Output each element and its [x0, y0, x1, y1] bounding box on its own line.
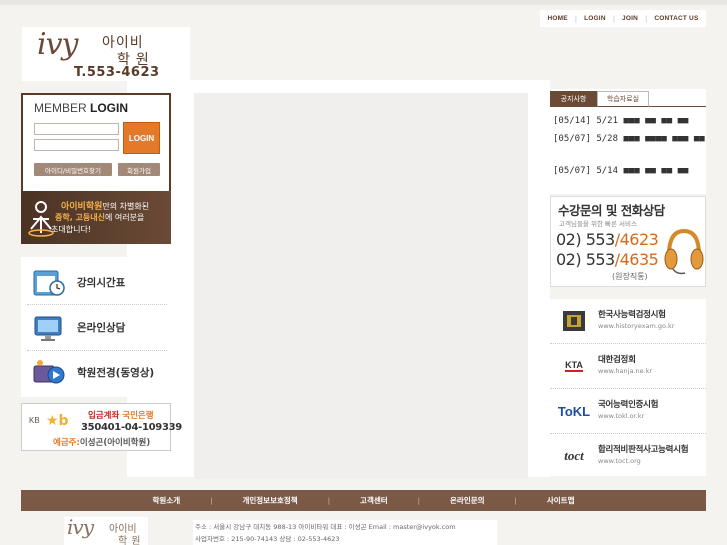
kb-star-icon: ★b — [46, 413, 69, 429]
link-url: www.tokl.or.kr — [598, 412, 645, 420]
bank-account-number: 350401-04-109339 — [81, 422, 182, 433]
monitor-icon — [34, 316, 62, 341]
username-input[interactable] — [34, 123, 119, 135]
link-url: www.historyexam.go.kr — [598, 322, 675, 330]
notice-item[interactable]: [05/07] 5/14 ■■■ ■■ ■■ ■■ — [553, 166, 705, 177]
quick-item-label: 학원전경(동영상) — [77, 367, 155, 379]
promo-line3: 초대합니다! — [51, 225, 92, 234]
footer-separator: | — [417, 496, 421, 505]
nav-separator: | — [612, 14, 616, 23]
kta-logo: KTA — [565, 360, 583, 372]
quick-item-label: 온라인상담 — [77, 322, 126, 334]
notice-item[interactable]: [05/07] 5/28 ■■■ ■■■■ ■■■ ■■ — [553, 134, 705, 145]
bank-title: 입금계좌 국민은행 — [88, 411, 154, 421]
promo-line1: 아이비학원만의 차별화된 — [61, 202, 150, 212]
related-links: 한국사능력검정시험 www.historyexam.go.kr KTA 대한검정… — [550, 299, 706, 476]
quick-item-timetable[interactable]: 강의시간표 — [21, 260, 171, 305]
footer-logo-korean-bottom: 학원 — [118, 536, 145, 545]
toct-logo: toct — [564, 448, 584, 463]
kb-bank-logo: KB — [29, 416, 40, 425]
quick-item-label: 강의시간표 — [77, 277, 126, 289]
quick-menu: 강의시간표 온라인상담 학원전경(동영상) — [21, 257, 171, 397]
nav-separator: | — [645, 14, 648, 23]
logo-telephone: T.553-4623 — [74, 65, 160, 80]
footer-link-privacy[interactable]: 개인정보보호정책 — [242, 495, 297, 506]
consult-phone-2: 02) 553/4635 — [556, 250, 659, 269]
center-banner-placeholder — [194, 93, 528, 479]
consult-note: (원장직통) — [612, 272, 648, 281]
footer-link-inquiry[interactable]: 온라인문의 — [450, 495, 485, 506]
consult-phone-1: 02) 553/4623 — [556, 230, 659, 249]
nav-join-link[interactable]: JOIN — [622, 15, 638, 22]
nav-login-link[interactable]: LOGIN — [584, 15, 606, 22]
footer-nav: 학원소개 | 개인정보보호정책 | 고객센터 | 온라인문의 | 사이트맵 — [21, 490, 706, 511]
footer-separator: | — [514, 496, 517, 505]
tab-study-materials[interactable]: 학습자료실 — [597, 91, 649, 107]
link-toct[interactable]: toct 합리적비판적사고능력시험 www.toct.org — [550, 434, 706, 479]
nav-contact-link[interactable]: CONTACT US — [654, 15, 698, 22]
top-strip — [0, 0, 727, 5]
quick-item-online-consult[interactable]: 온라인상담 — [21, 305, 171, 350]
login-title: MEMBER LOGIN — [34, 101, 129, 115]
link-name: 대한검정회 — [598, 355, 636, 365]
footer-link-support[interactable]: 고객센터 — [360, 495, 388, 506]
top-nav: HOME | LOGIN | JOIN | CONTACT US — [540, 10, 706, 27]
logo-latin: ivy — [37, 27, 78, 62]
consult-title: 수강문의 및 전화상담 — [558, 203, 665, 218]
notice-item[interactable]: [05/14] 5/21 ■■■ ■■ ■■ ■■ — [553, 116, 705, 127]
link-url: www.toct.org — [598, 457, 641, 465]
timetable-icon — [33, 270, 65, 296]
notice-panel: 공지사항 학습자료실 [05/14] 5/21 ■■■ ■■ ■■ ■■ [05… — [550, 89, 706, 194]
footer-logo: ivy 아이비 학원 — [64, 515, 148, 545]
promo-line2: 중학, 고등내신에 여러분을 — [55, 213, 145, 222]
headset-icon — [664, 228, 704, 275]
find-id-password-button[interactable]: 아이디/비밀번호찾기 — [34, 163, 112, 176]
footer-link-about[interactable]: 학원소개 — [153, 495, 181, 506]
password-input[interactable] — [34, 139, 119, 151]
bank-account-box: KB ★b 입금계좌 국민은행 350401-04-109339 예금주:이성곤… — [21, 403, 182, 451]
nav-separator: | — [574, 14, 578, 23]
promo-banner[interactable]: 아이비학원만의 차별화된 중학, 고등내신에 여러분을 초대합니다! — [21, 191, 171, 244]
video-icon — [33, 359, 65, 383]
link-name: 국어능력인증시험 — [598, 400, 659, 410]
join-button[interactable]: 회원가입 — [118, 163, 160, 176]
consult-subtitle: 고객님들을 위한 빠른 서비스 — [559, 220, 637, 228]
link-tokl[interactable]: ToKL 국어능력인증시험 www.tokl.or.kr — [550, 389, 706, 434]
tab-underline — [649, 106, 706, 107]
consult-banner: 수강문의 및 전화상담 고객님들을 위한 빠른 서비스 02) 553/4623… — [550, 196, 706, 287]
footer-business-number: 사업자번호 : 215-90-74143 상담 : 02-553-4623 — [195, 535, 340, 543]
tab-notice[interactable]: 공지사항 — [550, 91, 597, 107]
link-hanja-exam[interactable]: KTA 대한검정회 www.hanja.ne.kr — [550, 344, 706, 389]
footer-separator: | — [210, 496, 213, 505]
footer-address: 주소 : 서울시 강남구 대치동 988-13 아이비타워 대표 : 이성곤 E… — [195, 523, 456, 531]
link-name: 한국사능력검정시험 — [598, 310, 666, 320]
footer-separator: | — [327, 496, 331, 505]
footer-link-sitemap[interactable]: 사이트맵 — [547, 495, 575, 506]
nav-home-link[interactable]: HOME — [547, 15, 567, 22]
footer-logo-latin: ivy — [67, 515, 94, 539]
link-korean-history-exam[interactable]: 한국사능력검정시험 www.historyexam.go.kr — [550, 299, 706, 344]
site-logo[interactable]: ivy 아이비 학원 T.553-4623 — [22, 27, 190, 81]
tokl-logo: ToKL — [557, 403, 591, 419]
link-url: www.hanja.ne.kr — [598, 367, 653, 375]
bank-holder: 예금주:이성곤(아이비학원) — [53, 438, 151, 448]
member-login-box: MEMBER LOGIN LOGIN 아이디/비밀번호찾기 회원가입 — [21, 93, 171, 191]
koreanhistory-logo — [558, 309, 590, 333]
link-name: 합리적비판적사고능력시험 — [598, 445, 689, 455]
quick-item-video[interactable]: 학원전경(동영상) — [21, 350, 171, 395]
login-button[interactable]: LOGIN — [123, 122, 160, 154]
footer-info: 주소 : 서울시 강남구 대치동 988-13 아이비타워 대표 : 이성곤 E… — [193, 520, 497, 545]
